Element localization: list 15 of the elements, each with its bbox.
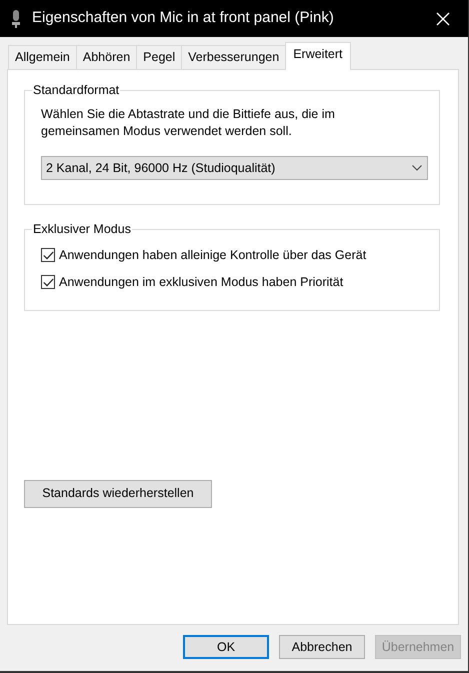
restore-defaults-button[interactable]: Standards wiederherstellen [24,480,212,508]
close-icon[interactable] [436,12,450,26]
description-text: Wählen Sie die Abtastrate und die Bittiefe aus, die im gemeinsamen Modus verwendet werden soll. [41,106,336,140]
tab[interactable]: Erweitert [285,42,351,70]
dialog-button[interactable]: OK [183,635,269,659]
dialog-button[interactable]: Abbrechen [279,635,365,659]
tab[interactable]: Allgemein [8,45,77,69]
format-dropdown[interactable]: 2 Kanal, 24 Bit, 96000 Hz (Studioqualität) [41,156,428,180]
checkbox-label: Anwendungen im exklusiven Modus haben Priorität [59,274,344,291]
window-title: Eigenschaften von Mic in at front panel (Pink) [32,8,335,28]
checkbox-label: Anwendungen haben alleinige Kontrolle über das Gerät [59,247,366,264]
checkbox[interactable] [41,275,55,290]
chevron-down-icon [412,165,422,171]
checkbox[interactable] [41,248,55,262]
microphone-icon [10,8,22,28]
